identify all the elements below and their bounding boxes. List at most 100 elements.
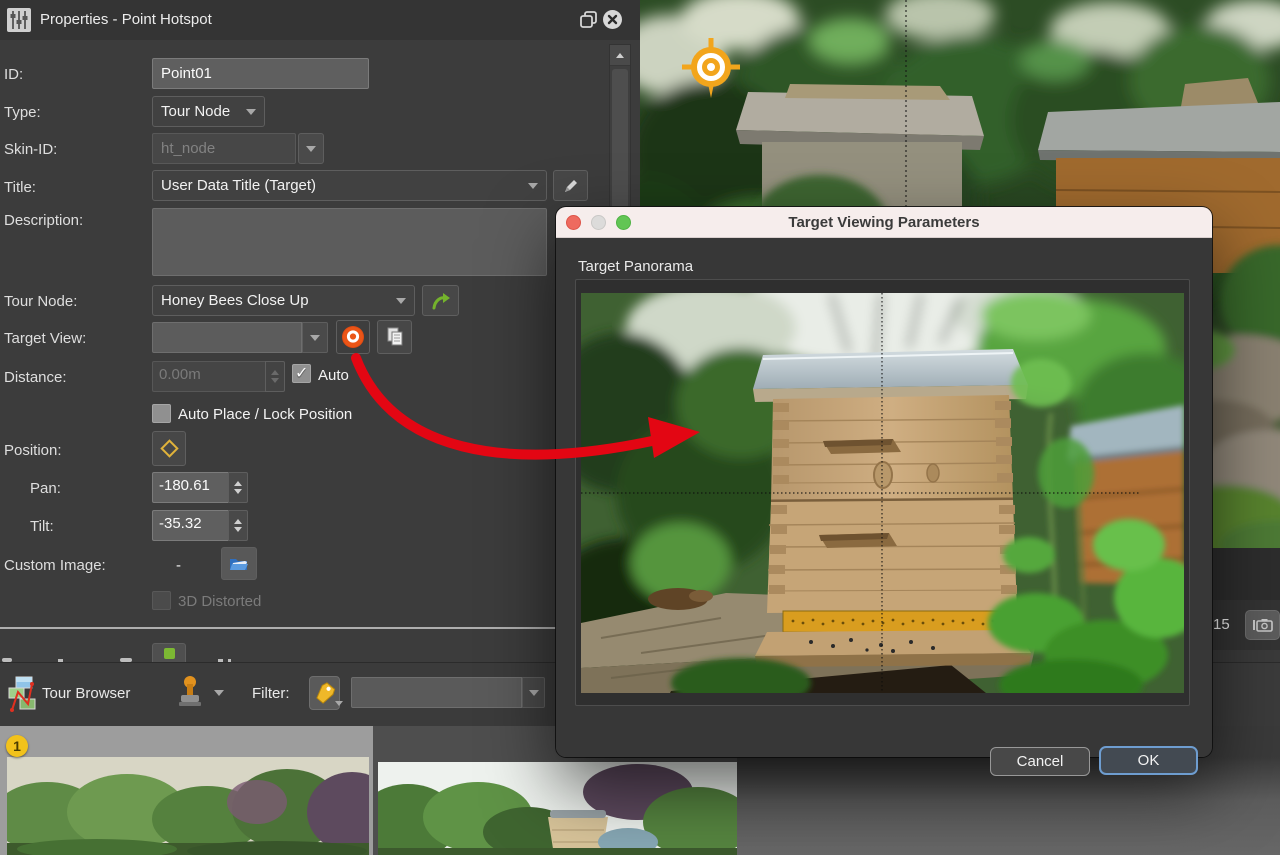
tour-node-select[interactable]: Honey Bees Close Up (152, 285, 415, 316)
type-label: Type: (4, 104, 41, 121)
open-tour-node-button[interactable] (422, 285, 459, 316)
title-value: User Data Title (Target) (161, 177, 522, 194)
distance-spinner: 0.00m (152, 361, 285, 392)
id-input[interactable]: Point01 (152, 58, 369, 89)
clipped-section-row (0, 643, 556, 662)
scroll-up-icon (616, 53, 624, 58)
fov-readout: 15 (1213, 616, 1230, 633)
distance-stepper (265, 361, 285, 392)
node-order-badge: 1 (6, 735, 28, 757)
description-textarea[interactable] (152, 208, 547, 276)
hotspot-target-icon[interactable] (682, 38, 740, 98)
tilt-value: -35.32 (152, 510, 228, 541)
camera-icon (1253, 618, 1273, 632)
app-window: 15 Properties - Point Hotspot (0, 0, 1280, 855)
properties-titlebar[interactable]: Properties - Point Hotspot (0, 0, 640, 40)
target-view-label: Target View: (4, 330, 86, 347)
skin-id-dropdown-button[interactable] (298, 133, 324, 164)
tour-node-thumb-2[interactable] (378, 762, 737, 855)
filter-input[interactable] (351, 677, 522, 708)
position-pick-button[interactable] (152, 431, 186, 466)
custom-image-label: Custom Image: (4, 557, 106, 574)
browse-image-button[interactable] (221, 547, 257, 580)
auto-place-checkbox[interactable] (152, 404, 171, 423)
chevron-down-icon (310, 335, 320, 341)
chevron-down-icon (246, 109, 256, 115)
green-arrow-icon (431, 292, 451, 310)
viewer-readout-bar: 15 (1205, 600, 1280, 650)
viewer-toolbar-gap (1205, 548, 1280, 600)
chevron-down-icon (396, 298, 406, 304)
tilt-stepper[interactable] (228, 510, 248, 541)
dialog-body: Target Panorama (556, 238, 1212, 757)
target-panorama-preview[interactable] (581, 293, 1184, 693)
cancel-button[interactable]: Cancel (990, 747, 1090, 776)
dialog-title: Target Viewing Parameters (556, 214, 1212, 231)
pan-label: Pan: (30, 480, 61, 497)
tour-node-thumb-selected[interactable]: 1 (0, 726, 373, 855)
chevron-down-icon (528, 183, 538, 189)
thumb1-image (7, 757, 369, 855)
skin-id-value: ht_node (161, 140, 215, 157)
pan-stepper[interactable] (228, 472, 248, 503)
tag-filter-icon (313, 680, 337, 706)
target-pick-icon (340, 324, 366, 350)
tilt-spinner[interactable]: -35.32 (152, 510, 248, 541)
tour-browser-title: Tour Browser (42, 685, 130, 702)
preview-frame (575, 279, 1190, 706)
scrollbar-up-button[interactable] (610, 45, 630, 66)
dialog-titlebar[interactable]: Target Viewing Parameters (556, 207, 1212, 238)
filter-label: Filter: (252, 685, 290, 702)
pan-value: -180.61 (152, 472, 228, 503)
pencil-icon (563, 178, 579, 194)
properties-title: Properties - Point Hotspot (40, 11, 212, 28)
sliders-icon (7, 8, 31, 32)
custom-properties-toggle-button[interactable] (152, 643, 186, 662)
skin-id-input: ht_node (152, 133, 296, 164)
id-label: ID: (4, 66, 23, 83)
tour-node-label: Tour Node: (4, 293, 77, 310)
description-label: Description: (4, 212, 83, 229)
stamp-icon[interactable] (178, 676, 202, 710)
stamp-dropdown-icon[interactable] (214, 690, 224, 696)
edit-title-button[interactable] (553, 170, 588, 201)
position-label: Position: (4, 442, 62, 459)
target-viewing-parameters-dialog: Target Viewing Parameters Target Panoram… (556, 207, 1212, 757)
custom-image-value: - (176, 557, 181, 574)
target-view-dropdown-button[interactable] (302, 322, 328, 353)
skin-id-label: Skin-ID: (4, 141, 57, 158)
tilt-label: Tilt: (30, 518, 54, 535)
folder-open-icon (229, 556, 249, 572)
float-window-icon[interactable] (578, 9, 599, 30)
filter-dropdown-button[interactable] (522, 677, 545, 708)
distorted-checkbox (152, 591, 171, 610)
tag-filter-button[interactable] (309, 676, 340, 710)
title-select[interactable]: User Data Title (Target) (152, 170, 547, 201)
ok-button[interactable]: OK (1099, 746, 1198, 775)
properties-panel: Properties - Point Hotspot ID: Point01 T… (0, 0, 640, 662)
tour-node-value: Honey Bees Close Up (161, 292, 390, 309)
chevron-down-icon (306, 146, 316, 152)
type-value: Tour Node (161, 103, 240, 120)
target-view-input[interactable] (152, 322, 302, 353)
tag-dropdown-icon (335, 701, 343, 706)
camera-button[interactable] (1245, 610, 1280, 640)
id-value: Point01 (161, 65, 212, 82)
section-divider (0, 627, 556, 629)
distorted-label: 3D Distorted (178, 593, 261, 610)
close-icon[interactable] (602, 9, 623, 30)
toggle-green-icon (164, 648, 175, 659)
tour-browser-icon (8, 676, 36, 712)
type-select[interactable]: Tour Node (152, 96, 265, 127)
pick-target-view-button[interactable] (336, 320, 370, 354)
copy-icon (386, 327, 404, 347)
distance-auto-checkbox[interactable] (292, 364, 311, 383)
pan-spinner[interactable]: -180.61 (152, 472, 248, 503)
distance-value: 0.00m (152, 361, 265, 392)
target-panorama-label: Target Panorama (578, 258, 693, 275)
copy-target-view-button[interactable] (377, 320, 412, 354)
diamond-icon (160, 439, 178, 457)
auto-place-label: Auto Place / Lock Position (178, 406, 352, 423)
chevron-down-icon (529, 690, 539, 696)
title-label: Title: (4, 179, 36, 196)
